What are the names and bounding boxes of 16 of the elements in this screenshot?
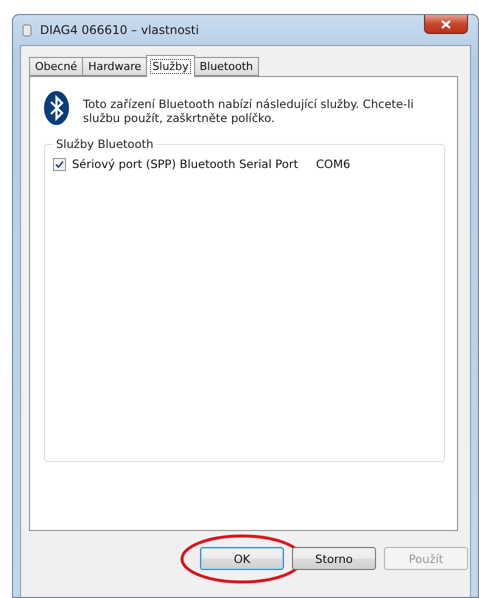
service-name: Sériový port (SPP) Bluetooth Serial Port <box>72 157 300 171</box>
dialog-button[interactable]: Storno <box>292 547 376 570</box>
port-label: COM6 <box>316 157 350 171</box>
window-title: DIAG4 066610 – vlastnosti <box>40 23 199 37</box>
intro-text: Toto zařízení Bluetooth nabízí následující služby. Chcete-li službu použít, zaškrtněte políčko. <box>83 97 415 125</box>
device-icon <box>22 24 32 36</box>
checkbox[interactable] <box>53 158 66 170</box>
group-title: Služby Bluetooth <box>55 137 154 151</box>
tab[interactable]: Služby <box>146 55 195 77</box>
close-button[interactable] <box>424 15 468 34</box>
dialog-button[interactable]: OK <box>200 547 284 570</box>
close-icon <box>441 20 451 28</box>
bluetooth-icon <box>44 91 69 125</box>
tab[interactable]: Hardware <box>82 57 148 76</box>
tab[interactable]: Obecné <box>29 57 84 76</box>
tab[interactable]: Bluetooth <box>194 57 259 76</box>
